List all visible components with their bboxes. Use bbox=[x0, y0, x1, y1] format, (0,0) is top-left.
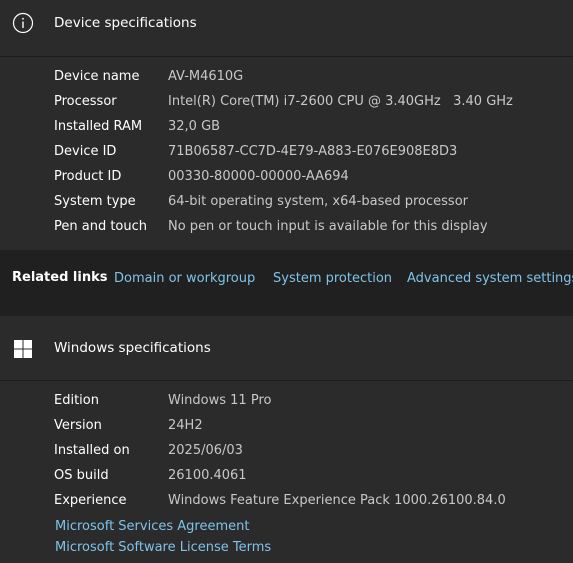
spec-value: 00330-80000-00000-AA694 bbox=[168, 169, 349, 184]
spec-label: Installed RAM bbox=[54, 119, 143, 134]
spec-row-installed-ram: Installed RAM 32,0 GB bbox=[0, 119, 573, 144]
info-icon bbox=[12, 12, 34, 38]
spec-label: Pen and touch bbox=[54, 219, 148, 234]
microsoft-software-license-terms-link[interactable]: Microsoft Software License Terms bbox=[55, 540, 271, 555]
windows-logo-icon bbox=[12, 338, 34, 364]
device-specifications-title: Device specifications bbox=[54, 15, 197, 31]
spec-label: OS build bbox=[54, 468, 109, 483]
spec-row-experience: Experience Windows Feature Experience Pa… bbox=[0, 493, 573, 518]
domain-or-workgroup-link[interactable]: Domain or workgroup bbox=[114, 271, 255, 286]
windows-specifications-title: Windows specifications bbox=[54, 340, 211, 356]
spec-value: 32,0 GB bbox=[168, 119, 221, 134]
related-links-title: Related links bbox=[12, 270, 108, 285]
device-specifications-header[interactable]: Device specifications bbox=[0, 0, 573, 57]
spec-label: Device name bbox=[54, 69, 140, 84]
spec-row-system-type: System type 64-bit operating system, x64… bbox=[0, 194, 573, 219]
spec-row-os-build: OS build 26100.4061 bbox=[0, 468, 573, 493]
spec-label: Edition bbox=[54, 393, 99, 408]
spec-label: Device ID bbox=[54, 144, 117, 159]
spec-row-processor: Processor Intel(R) Core(TM) i7-2600 CPU … bbox=[0, 94, 573, 119]
windows-specifications-card: Windows specifications Edition Windows 1… bbox=[0, 316, 573, 563]
spec-value: 26100.4061 bbox=[168, 468, 247, 483]
spec-label: Processor bbox=[54, 94, 117, 109]
spec-value: Windows Feature Experience Pack 1000.261… bbox=[168, 493, 506, 508]
spec-value: Windows 11 Pro bbox=[168, 393, 272, 408]
spec-label: Product ID bbox=[54, 169, 122, 184]
microsoft-services-agreement-link[interactable]: Microsoft Services Agreement bbox=[55, 519, 249, 534]
spec-row-pen-and-touch: Pen and touch No pen or touch input is a… bbox=[0, 219, 573, 244]
spec-value: No pen or touch input is available for t… bbox=[168, 219, 488, 234]
device-specifications-card: Device specifications Device name AV-M46… bbox=[0, 0, 573, 250]
advanced-system-settings-link[interactable]: Advanced system settings bbox=[407, 271, 573, 286]
spec-row-version: Version 24H2 bbox=[0, 418, 573, 443]
spec-label: Version bbox=[54, 418, 102, 433]
spec-row-product-id: Product ID 00330-80000-00000-AA694 bbox=[0, 169, 573, 194]
spec-value: Intel(R) Core(TM) i7-2600 CPU @ 3.40GHz … bbox=[168, 94, 513, 109]
spec-label: Installed on bbox=[54, 443, 130, 458]
spec-row-device-name: Device name AV-M4610G bbox=[0, 69, 573, 94]
spec-label: Experience bbox=[54, 493, 127, 508]
spec-row-installed-on: Installed on 2025/06/03 bbox=[0, 443, 573, 468]
related-links-bar: Related links Domain or workgroup System… bbox=[0, 250, 573, 312]
spec-row-edition: Edition Windows 11 Pro bbox=[0, 393, 573, 418]
spec-value: 24H2 bbox=[168, 418, 203, 433]
spec-value: 2025/06/03 bbox=[168, 443, 243, 458]
spec-label: System type bbox=[54, 194, 136, 209]
spec-value: 64-bit operating system, x64-based proce… bbox=[168, 194, 468, 209]
spec-value: AV-M4610G bbox=[168, 69, 244, 84]
spec-row-device-id: Device ID 71B06587-CC7D-4E79-A883-E076E9… bbox=[0, 144, 573, 169]
system-protection-link[interactable]: System protection bbox=[273, 271, 392, 286]
windows-specifications-header[interactable]: Windows specifications bbox=[0, 316, 573, 381]
spec-value: 71B06587-CC7D-4E79-A883-E076E908E8D3 bbox=[168, 144, 458, 159]
